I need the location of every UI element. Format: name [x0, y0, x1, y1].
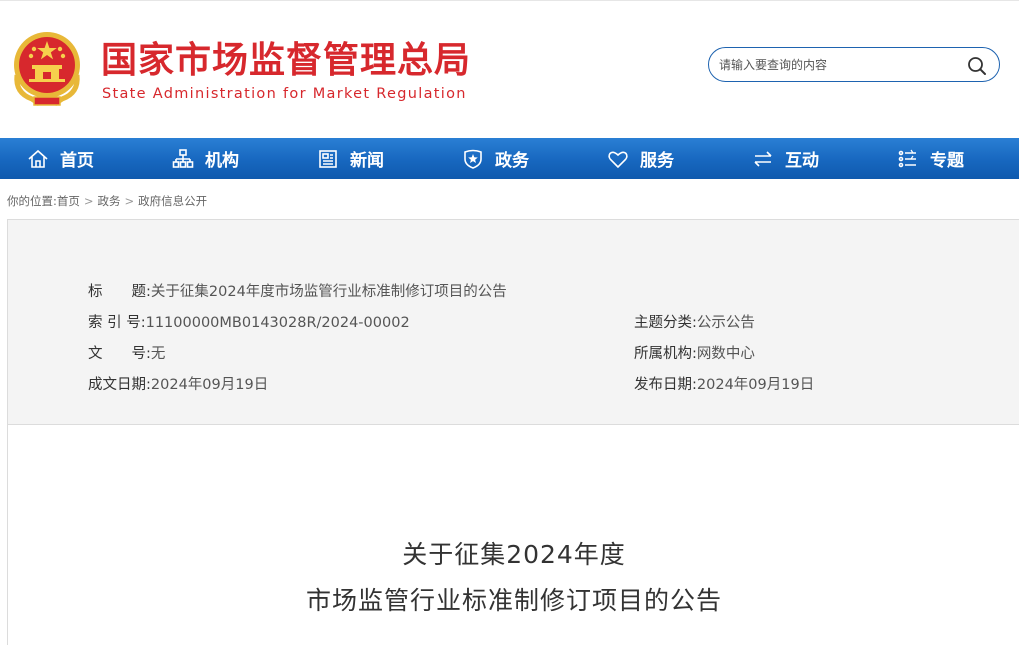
- org-chart-icon: [172, 148, 194, 168]
- breadcrumb-separator: >: [124, 194, 135, 208]
- breadcrumb-item-home[interactable]: 首页: [57, 194, 80, 208]
- info-index-label: 索 引 号:: [88, 315, 146, 331]
- info-agency-row: 所属机构:网数中心: [634, 344, 755, 364]
- nav-item-home[interactable]: 首页: [0, 138, 145, 179]
- info-category-row: 主题分类:公示公告: [634, 313, 755, 333]
- info-title-label: 标 题:: [88, 284, 151, 300]
- info-category-label: 主题分类:: [634, 315, 697, 331]
- exchange-arrows-icon: [754, 150, 772, 167]
- search-box: [708, 47, 1000, 82]
- shield-icon: [464, 149, 482, 169]
- topic-list-icon: [898, 149, 916, 167]
- national-emblem-icon[interactable]: [12, 31, 82, 107]
- info-index-row: 索 引 号:11100000MB0143028R/2024-00002: [88, 313, 410, 333]
- home-icon: [28, 149, 48, 168]
- info-created-value: 2024年09月19日: [150, 377, 269, 393]
- info-title-value: 关于征集2024年度市场监管行业标准制修订项目的公告: [150, 284, 507, 300]
- info-agency-label: 所属机构:: [634, 346, 697, 362]
- site-header: 国家市场监督管理总局 State Administration for Mark…: [0, 0, 1019, 138]
- info-agency-value: 网数中心: [696, 346, 755, 362]
- nav-item-organization[interactable]: 机构: [145, 138, 290, 179]
- site-title-english: State Administration for Market Regulati…: [102, 86, 467, 102]
- info-doc-number-label: 文 号:: [88, 346, 151, 362]
- info-created-label: 成文日期:: [88, 377, 151, 393]
- nav-item-topics[interactable]: 专题: [870, 138, 1015, 179]
- main-nav: 首页 机构 新闻 政务 服务 互动 专题: [0, 138, 1019, 179]
- nav-label: 互动: [785, 151, 819, 171]
- info-published-value: 2024年09月19日: [696, 377, 815, 393]
- info-index-value: 11100000MB0143028R/2024-00002: [145, 315, 410, 331]
- nav-item-government-affairs[interactable]: 政务: [435, 138, 580, 179]
- nav-label: 首页: [60, 151, 94, 171]
- nav-item-news[interactable]: 新闻: [290, 138, 435, 179]
- nav-label: 机构: [205, 151, 239, 171]
- newspaper-icon: [319, 149, 337, 168]
- nav-label: 政务: [495, 151, 529, 171]
- breadcrumb: 你的位置:首页 > 政务 > 政府信息公开: [7, 193, 207, 209]
- article-content: 关于征集2024年度 市场监管行业标准制修订项目的公告: [7, 425, 1019, 645]
- site-title[interactable]: 国家市场监督管理总局: [101, 39, 471, 83]
- nav-label: 新闻: [350, 151, 384, 171]
- info-published-label: 发布日期:: [634, 377, 697, 393]
- nav-label: 专题: [930, 151, 964, 171]
- info-doc-number-value: 无: [150, 346, 166, 362]
- search-input[interactable]: [719, 55, 959, 75]
- breadcrumb-separator: >: [83, 194, 94, 208]
- search-icon[interactable]: [967, 56, 987, 76]
- info-published-row: 发布日期:2024年09月19日: [634, 375, 814, 395]
- nav-item-interaction[interactable]: 互动: [725, 138, 870, 179]
- article-title-line1: 关于征集2024年度: [402, 540, 626, 569]
- document-info-panel: 标 题:关于征集2024年度市场监管行业标准制修订项目的公告 索 引 号:111…: [7, 219, 1019, 425]
- info-doc-number-row: 文 号:无: [88, 344, 165, 364]
- nav-label: 服务: [640, 151, 674, 171]
- breadcrumb-prefix: 你的位置:: [7, 194, 57, 208]
- breadcrumb-item-affairs[interactable]: 政务: [98, 194, 121, 208]
- article-title-line2: 市场监管行业标准制修订项目的公告: [305, 586, 722, 615]
- heart-icon: [608, 151, 628, 168]
- info-title-row: 标 题:关于征集2024年度市场监管行业标准制修订项目的公告: [88, 282, 507, 302]
- info-created-row: 成文日期:2024年09月19日: [88, 375, 268, 395]
- info-category-value: 公示公告: [696, 315, 755, 331]
- breadcrumb-item-disclosure[interactable]: 政府信息公开: [138, 194, 207, 208]
- nav-item-services[interactable]: 服务: [580, 138, 725, 179]
